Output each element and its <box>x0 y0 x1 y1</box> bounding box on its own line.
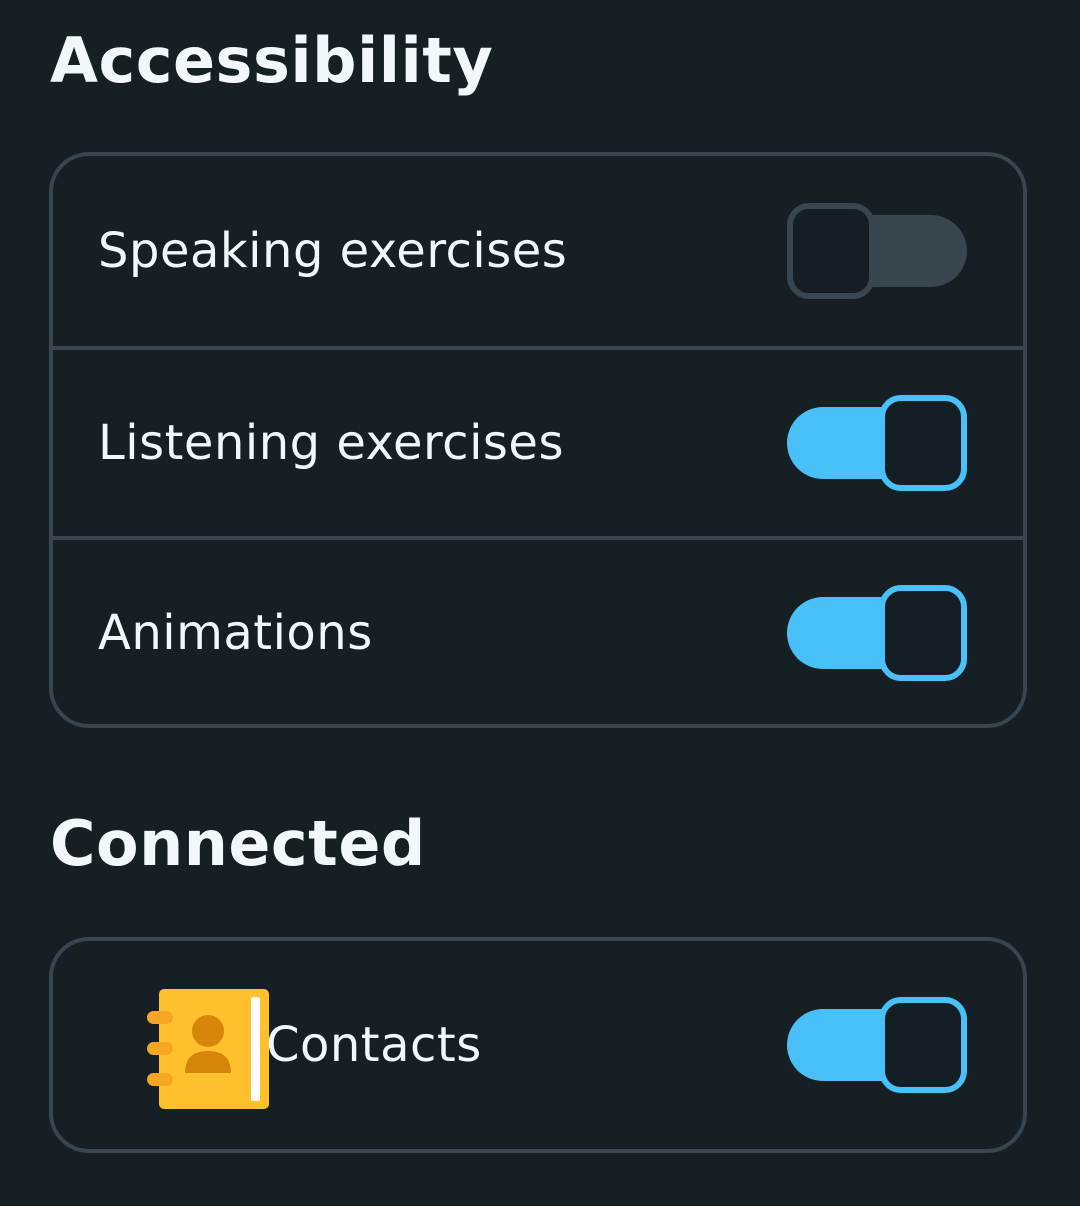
listening-exercises-toggle[interactable] <box>787 395 967 491</box>
setting-label: Contacts <box>266 1017 482 1073</box>
setting-label: Speaking exercises <box>98 223 568 279</box>
toggle-knob <box>787 203 875 299</box>
section-title-connected: Connected <box>50 807 426 880</box>
toggle-knob <box>879 585 967 681</box>
setting-label: Listening exercises <box>98 415 564 471</box>
speaking-exercises-toggle[interactable] <box>787 203 967 299</box>
animations-toggle[interactable] <box>787 585 967 681</box>
setting-row-listening-exercises: Listening exercises <box>53 346 1023 536</box>
contacts-toggle[interactable] <box>787 997 967 1093</box>
connected-card: Contacts <box>49 937 1027 1153</box>
section-title-accessibility: Accessibility <box>50 24 494 97</box>
setting-row-contacts: Contacts <box>53 941 1023 1149</box>
toggle-knob <box>879 395 967 491</box>
contacts-book-icon <box>147 989 269 1109</box>
toggle-knob <box>879 997 967 1093</box>
setting-row-animations: Animations <box>53 536 1023 724</box>
setting-row-speaking-exercises: Speaking exercises <box>53 156 1023 346</box>
settings-page: Accessibility Speaking exercises Listeni… <box>0 0 1080 1206</box>
setting-label: Animations <box>98 605 373 661</box>
accessibility-card: Speaking exercises Listening exercises A… <box>49 152 1027 728</box>
